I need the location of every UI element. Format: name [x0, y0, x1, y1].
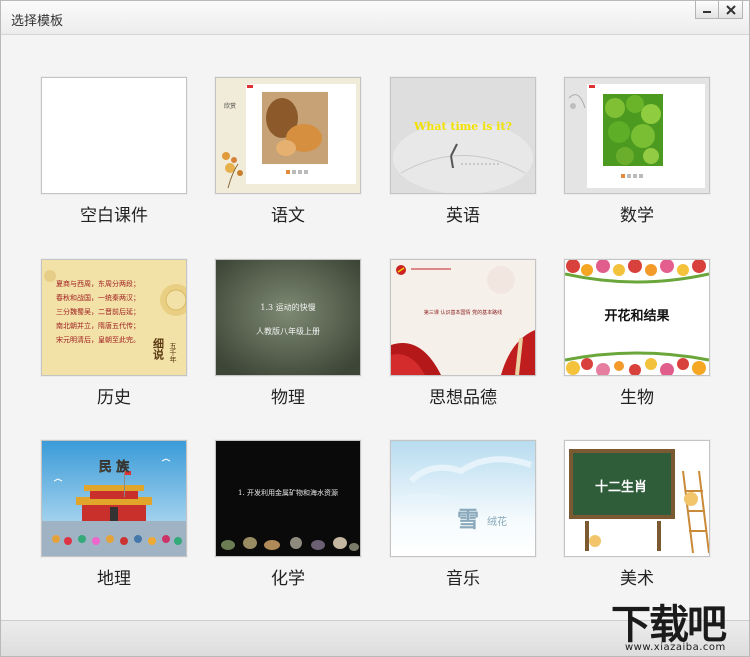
english-slide-preview: What time is it? — [391, 78, 535, 193]
thumb-caption: 1. 开发利用金属矿物和海水资源 — [238, 488, 338, 497]
template-card-chemistry[interactable]: 1. 开发利用金属矿物和海水资源 化学 — [215, 440, 361, 589]
thumb-line2: 人教版八年级上册 — [256, 326, 320, 336]
thumb-side-subtitle: 五千年 — [169, 342, 177, 364]
poem-line: 春秋和战国，一统秦两汉； — [56, 293, 140, 302]
thumb-caption: 民 族 — [99, 459, 131, 475]
template-label: 语文 — [271, 206, 305, 226]
thumb-caption: 十二生肖 — [595, 479, 647, 495]
thumb-line1: 1.3 运动的快慢 — [260, 302, 315, 312]
music-slide-preview: 雪 绒花 — [391, 441, 535, 556]
template-thumbnail: 十二生肖 — [564, 440, 710, 557]
thumb-caption: 雪 — [457, 507, 479, 533]
template-thumbnail: 1. 开发利用金属矿物和海水资源 — [215, 440, 361, 557]
template-card-art[interactable]: 十二生肖 美术 — [564, 440, 710, 589]
template-card-music[interactable]: 雪 绒花 音乐 — [390, 440, 536, 589]
template-label: 化学 — [271, 569, 305, 589]
template-card-physics[interactable]: 1.3 运动的快慢 人教版八年级上册 物理 — [215, 259, 361, 408]
template-card-english[interactable]: What time is it? 英语 — [390, 77, 536, 226]
art-slide-preview: 十二生肖 — [565, 441, 709, 556]
template-card-geography[interactable]: 民 族 地理 — [41, 440, 187, 589]
poem-line: 夏商与西周，东周分两段； — [56, 279, 140, 288]
template-card-blank[interactable]: 空白课件 — [41, 77, 187, 226]
thumb-caption: 第三课 认识基本国情 党的基本路线 — [424, 309, 502, 316]
template-label: 空白课件 — [80, 206, 148, 226]
template-card-math[interactable]: 数学 — [564, 77, 710, 226]
thumb-caption: 开花和结果 — [604, 308, 669, 324]
close-button[interactable] — [719, 1, 743, 19]
poem-line: 三分魏蜀吴，二晋前后延； — [56, 307, 140, 316]
math-slide-preview — [565, 78, 709, 193]
minimize-icon — [703, 10, 711, 13]
biology-slide-preview: 开花和结果 — [565, 260, 709, 375]
template-label: 英语 — [446, 206, 480, 226]
template-thumbnail — [41, 77, 187, 194]
template-label: 生物 — [620, 388, 654, 408]
chinese-slide-preview: 欣赏 — [216, 78, 360, 193]
template-thumbnail: What time is it? — [390, 77, 536, 194]
morality-slide-preview: 第三课 认识基本国情 党的基本路线 — [391, 260, 535, 375]
blank-slide-preview — [42, 78, 186, 193]
minimize-button[interactable] — [695, 1, 719, 19]
physics-slide-preview: 1.3 运动的快慢 人教版八年级上册 — [216, 260, 360, 375]
template-label: 美术 — [620, 569, 654, 589]
poem-line: 南北朝并立，隋唐五代传； — [56, 321, 140, 330]
window-controls — [695, 1, 743, 19]
watermark-url: www.xiazaiba.com — [625, 642, 726, 653]
chemistry-slide-preview: 1. 开发利用金属矿物和海水资源 — [216, 441, 360, 556]
window-title: 选择模板 — [11, 14, 64, 29]
template-thumbnail: 开花和结果 — [564, 259, 710, 376]
template-label: 思想品德 — [429, 388, 497, 408]
template-grid: 空白课件 欣赏 语文 What time is it? 英语 数学 夏商与西周，… — [1, 35, 749, 620]
template-label: 数学 — [620, 206, 654, 226]
template-label: 历史 — [97, 388, 131, 408]
thumb-side-title: 细说 — [152, 337, 165, 361]
template-thumbnail: 1.3 运动的快慢 人教版八年级上册 — [215, 259, 361, 376]
template-dialog: 选择模板 空白课件 欣赏 语文 What time is it? 英语 数学 夏… — [0, 0, 750, 657]
thumb-caption: What time is it? — [413, 120, 512, 133]
template-thumbnail: 夏商与西周，东周分两段； 春秋和战国，一统秦两汉； 三分魏蜀吴，二晋前后延； 南… — [41, 259, 187, 376]
title-bar: 选择模板 — [1, 1, 749, 35]
template-card-biology[interactable]: 开花和结果 生物 — [564, 259, 710, 408]
template-card-history[interactable]: 夏商与西周，东周分两段； 春秋和战国，一统秦两汉； 三分魏蜀吴，二晋前后延； 南… — [41, 259, 187, 408]
template-card-chinese[interactable]: 欣赏 语文 — [215, 77, 361, 226]
template-thumbnail — [564, 77, 710, 194]
template-thumbnail: 欣赏 — [215, 77, 361, 194]
history-slide-preview: 夏商与西周，东周分两段； 春秋和战国，一统秦两汉； 三分魏蜀吴，二晋前后延； 南… — [42, 260, 186, 375]
template-label: 音乐 — [446, 569, 480, 589]
template-card-morality[interactable]: 第三课 认识基本国情 党的基本路线 思想品德 — [390, 259, 536, 408]
close-icon — [725, 4, 736, 15]
template-thumbnail: 雪 绒花 — [390, 440, 536, 557]
template-thumbnail: 民 族 — [41, 440, 187, 557]
thumb-subcaption: 绒花 — [487, 515, 507, 528]
template-label: 地理 — [97, 569, 131, 589]
geography-slide-preview: 民 族 — [42, 441, 186, 556]
watermark: 下载吧 www.xiazaiba.com — [605, 602, 745, 653]
thumb-caption: 欣赏 — [224, 102, 236, 110]
watermark-logo: 下载吧 — [611, 602, 727, 648]
poem-line: 宋元明清后，皇朝至此完。 — [56, 335, 140, 344]
template-thumbnail: 第三课 认识基本国情 党的基本路线 — [390, 259, 536, 376]
template-label: 物理 — [271, 388, 305, 408]
